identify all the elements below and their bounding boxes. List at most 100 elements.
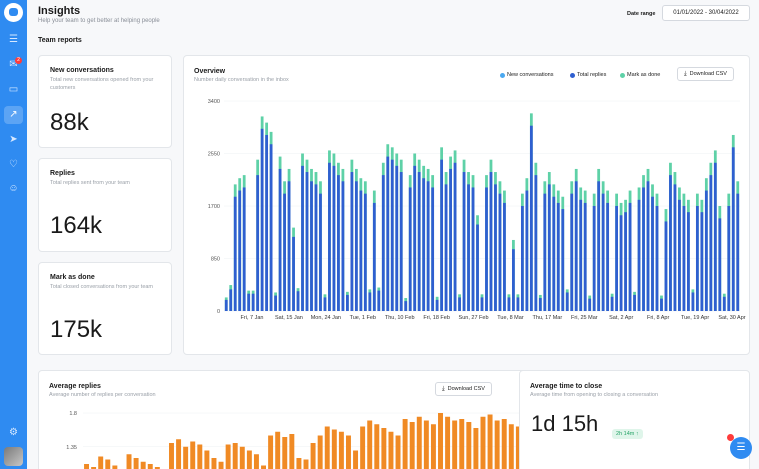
app-logo[interactable] <box>4 3 23 22</box>
bar-total-replies <box>503 202 506 311</box>
bar-total-replies <box>256 175 260 311</box>
bar-total-replies <box>565 292 569 311</box>
bar-total-replies <box>538 298 542 311</box>
notification-icon[interactable]: ✉ 2 <box>4 56 23 74</box>
send-icon[interactable]: ➤ <box>4 131 23 149</box>
bar-total-replies <box>588 298 592 311</box>
bar-average-replies <box>105 459 111 469</box>
legend-item-mark-as-done[interactable]: Mark as done <box>620 72 660 78</box>
bar-average-replies <box>282 437 288 469</box>
bar-total-replies <box>413 165 417 311</box>
bar-total-replies <box>727 206 731 311</box>
bar-average-replies <box>452 420 458 469</box>
stat-title: Mark as done <box>50 274 95 281</box>
x-tick-label: Mon, 24 Jan <box>311 315 341 321</box>
bar-total-replies <box>624 212 627 311</box>
bar-total-replies <box>444 184 448 311</box>
like-icon[interactable]: ♡ <box>4 156 23 174</box>
bar-total-replies <box>314 184 318 311</box>
bar-total-replies <box>700 212 704 311</box>
bar-average-replies <box>147 464 153 469</box>
section-title: Team reports <box>38 37 82 44</box>
insights-icon[interactable]: ↗ <box>4 106 23 124</box>
x-tick-label: Fri, 7 Jan <box>241 315 264 321</box>
bar-total-replies <box>233 196 237 311</box>
bar-total-replies <box>431 187 435 311</box>
stat-card-new-conversations: New conversations Total new conversation… <box>38 55 172 148</box>
bar-total-replies <box>664 221 668 311</box>
bar-total-replies <box>422 178 426 311</box>
bar-total-replies <box>704 190 708 311</box>
bar-total-replies <box>480 297 484 311</box>
y-tick-label: 0 <box>217 309 220 315</box>
bar-total-replies <box>386 156 390 311</box>
legend-item-total-replies[interactable]: Total replies <box>570 72 606 78</box>
bar-total-replies <box>615 206 618 311</box>
bar-total-replies <box>440 159 444 311</box>
legend-item-new-conversations[interactable]: New conversations <box>500 72 553 78</box>
bar-total-replies <box>426 181 430 311</box>
y-tick-label: 3400 <box>208 99 220 105</box>
download-icon: ⤓ <box>684 71 687 77</box>
bar-total-replies <box>265 134 269 311</box>
stat-subtitle: Total replies sent from your team <box>50 180 130 186</box>
book-icon[interactable]: ▭ <box>4 81 23 99</box>
x-tick-label: Tue, 8 Mar <box>497 315 524 321</box>
bar-total-replies <box>395 165 399 311</box>
bar-average-replies <box>218 461 224 469</box>
overview-card: Overview Number daily conversation in th… <box>183 55 750 355</box>
inbox-icon[interactable]: ☰ <box>4 31 23 49</box>
x-tick-label: Sat, 30 Apr <box>718 315 745 321</box>
bar-total-replies <box>242 187 246 311</box>
settings-icon[interactable]: ⚙ <box>4 424 23 442</box>
bar-total-replies <box>269 144 273 311</box>
bar-total-replies <box>507 297 511 311</box>
bar-total-replies <box>597 181 601 311</box>
legend-label: New conversations <box>507 72 554 78</box>
date-range-field[interactable]: 01/01/2022 - 30/04/2022 <box>662 5 750 21</box>
chat-launcher-button[interactable]: ☰ <box>730 437 752 459</box>
bar-total-replies <box>310 181 313 311</box>
y-tick-label: 1700 <box>208 204 220 210</box>
users-icon[interactable]: ☺ <box>4 180 23 198</box>
stat-subtitle: Total new conversations opened from your… <box>50 77 154 91</box>
bar-average-replies <box>84 464 90 469</box>
overview-chart: 0 850 1700 2550 3400 Fri, 7 Jan Sat, 15 Jan Mon… <box>208 99 746 321</box>
bar-total-replies <box>485 187 488 311</box>
bar-total-replies <box>283 193 286 311</box>
bar-average-replies <box>395 435 401 469</box>
legend-swatch <box>570 72 575 78</box>
bar-total-replies <box>579 199 583 311</box>
bar-total-replies <box>633 294 636 311</box>
avg-close-value: 1d 15h <box>531 411 599 436</box>
bar-average-replies <box>239 446 245 469</box>
bar-total-replies <box>260 128 264 311</box>
bar-total-replies <box>238 190 242 311</box>
download-icon: ⤓ <box>442 386 445 392</box>
bar-average-replies <box>388 431 394 469</box>
bar-total-replies <box>467 184 470 311</box>
legend-swatch <box>500 72 505 78</box>
bar-total-replies <box>498 193 502 311</box>
x-tick-label: Sat, 2 Apr <box>609 315 633 321</box>
bar-total-replies <box>359 190 363 311</box>
bar-total-replies <box>552 196 556 311</box>
avg-replies-card: Average replies Average number of replie… <box>38 370 537 469</box>
bar-average-replies <box>430 424 436 469</box>
avatar[interactable] <box>4 447 23 466</box>
overview-download-csv-button[interactable]: ⤓ Download CSV <box>677 67 734 81</box>
x-tick-label: Sun, 27 Feb <box>459 315 489 321</box>
bar-total-replies <box>660 298 663 311</box>
avg-replies-download-csv-button[interactable]: ⤓ Download CSV <box>435 382 492 396</box>
page-title: Insights <box>38 5 81 17</box>
bar-total-replies <box>408 187 412 311</box>
bar-total-replies <box>462 172 466 311</box>
bar-total-replies <box>251 293 255 311</box>
bar-average-replies <box>296 458 302 469</box>
x-tick-label: Tue, 19 Apr <box>681 315 709 321</box>
bar-average-replies <box>331 429 337 469</box>
bar-total-replies <box>278 168 282 311</box>
x-tick-label: Sat, 15 Jan <box>275 315 303 321</box>
bar-average-replies <box>324 426 330 469</box>
avg-close-delta-badge: 2h 14m ↑ <box>612 429 643 439</box>
